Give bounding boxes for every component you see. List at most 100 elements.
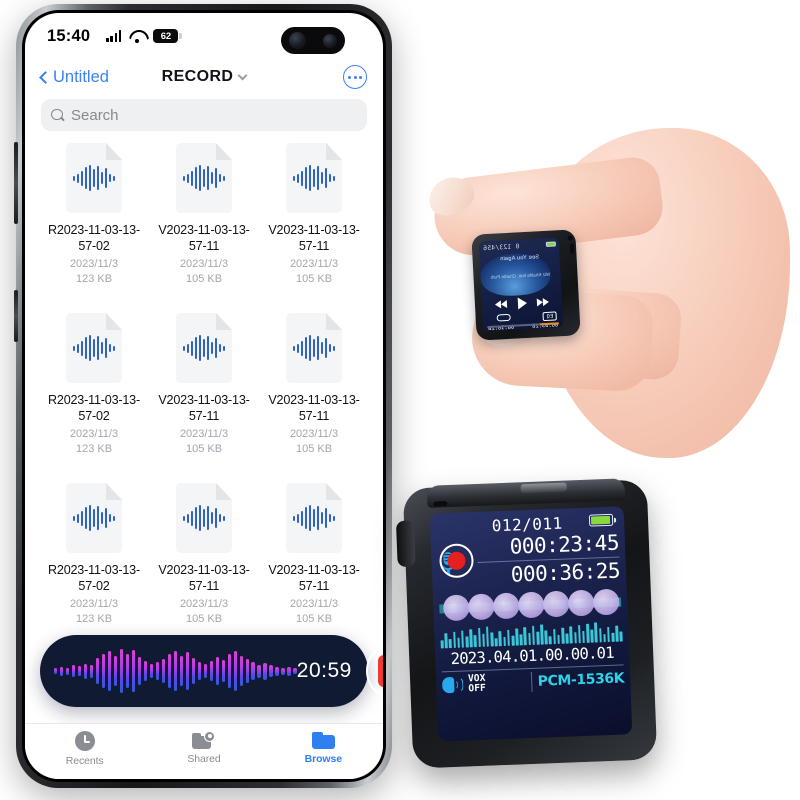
- device-screen: 012/011 000:23:45 000:36:25 2023.04.01.0…: [429, 506, 633, 742]
- wifi-icon: [129, 30, 145, 43]
- vox-value: OFF: [468, 682, 486, 695]
- tab-browse-label: Browse: [304, 753, 342, 765]
- previous-track-icon[interactable]: [536, 297, 549, 307]
- file-date: 2023/11/3: [69, 598, 119, 610]
- cellular-signal-icon: [106, 30, 122, 42]
- file-item[interactable]: R2023-11-03-13-57-02 2023/11/3 123 KB: [39, 483, 149, 653]
- status-time: 15:40: [47, 26, 91, 45]
- audio-file-icon: [66, 483, 122, 553]
- file-size: 105 KB: [295, 613, 333, 625]
- divider: [530, 671, 533, 693]
- hand-holding-device-photo: 0 123/456 See You Again Wiz Khalifa feat…: [398, 18, 798, 478]
- camera-lens-primary-icon: [289, 32, 307, 49]
- file-size: 123 KB: [75, 443, 113, 455]
- file-item[interactable]: V2023-11-03-13-57-11 2023/11/3 105 KB: [149, 313, 259, 483]
- chevron-left-icon: [39, 70, 52, 84]
- mini-recorder-device-in-hand: 0 123/456 See You Again Wiz Khalifa feat…: [471, 229, 581, 341]
- play-icon[interactable]: [517, 297, 527, 310]
- waveform-bead: [467, 593, 495, 621]
- file-name: R2023-11-03-13-57-02: [48, 223, 140, 253]
- device-waveform-visualizer: [439, 585, 622, 626]
- phone-bezel: 15:40 62 Untitled RECORD Search R2023-11…: [22, 10, 386, 782]
- device-screen-bottom-row: VOX OFF PCM-1536K: [441, 664, 625, 696]
- recording-format-label: PCM-1536K: [537, 670, 625, 690]
- file-size: 123 KB: [75, 613, 113, 625]
- voice-activation-icon: [441, 676, 465, 695]
- search-icon: [51, 108, 64, 122]
- file-item[interactable]: R2023-11-03-13-57-02 2023/11/3 123 KB: [39, 313, 149, 483]
- battery-percent-label: 62: [160, 30, 171, 42]
- equalizer-badge[interactable]: EQ: [542, 311, 557, 322]
- file-size: 105 KB: [185, 613, 223, 625]
- audio-file-icon: [176, 483, 232, 553]
- tab-recents-label: Recents: [65, 755, 104, 767]
- mini-device-jack: [566, 235, 573, 241]
- mini-device-side-button[interactable]: [569, 243, 575, 254]
- file-name: V2023-11-03-13-57-11: [268, 223, 360, 253]
- vox-status: VOX OFF: [468, 673, 486, 695]
- search-input[interactable]: [71, 106, 357, 124]
- file-date: 2023/11/3: [289, 258, 339, 270]
- battery-icon: 62: [153, 29, 182, 43]
- file-name: V2023-11-03-13-57-11: [268, 393, 360, 423]
- waveform-glyph: [286, 505, 342, 531]
- repeat-icon[interactable]: [496, 313, 511, 322]
- hand: 0 123/456 See You Again Wiz Khalifa feat…: [416, 80, 790, 480]
- more-options-button[interactable]: [343, 65, 367, 89]
- volume-button[interactable]: [14, 142, 18, 224]
- waveform-bead: [542, 590, 570, 618]
- audio-file-icon: [286, 143, 342, 213]
- navigation-bar: Untitled RECORD: [25, 59, 383, 95]
- waveform-bead: [442, 594, 470, 622]
- audio-file-icon: [66, 143, 122, 213]
- back-button[interactable]: Untitled: [39, 67, 109, 87]
- camera-lens-secondary-icon: [322, 33, 337, 48]
- page-title: RECORD: [161, 68, 234, 85]
- smartphone-mockup: 15:40 62 Untitled RECORD Search R2023-11…: [14, 4, 392, 788]
- search-box[interactable]: [41, 99, 367, 131]
- audio-file-icon: [286, 483, 342, 553]
- front-camera-cutout: [281, 27, 345, 54]
- search-bar-container: [25, 95, 383, 139]
- tab-shared[interactable]: Shared: [144, 731, 263, 765]
- file-size: 105 KB: [185, 273, 223, 285]
- mini-playback-controls[interactable]: [482, 295, 563, 311]
- tab-browse[interactable]: Browse: [264, 731, 383, 765]
- tab-recents[interactable]: Recents: [25, 731, 144, 767]
- file-name: V2023-11-03-13-57-11: [158, 393, 250, 423]
- stop-square-icon: [377, 655, 383, 687]
- product-composite-image: 15:40 62 Untitled RECORD Search R2023-11…: [0, 0, 800, 800]
- file-item[interactable]: V2023-11-03-13-57-11 2023/11/3 105 KB: [149, 483, 259, 653]
- file-name: R2023-11-03-13-57-02: [48, 563, 140, 593]
- file-size: 105 KB: [295, 273, 333, 285]
- shared-folder-icon: [192, 731, 216, 749]
- file-date: 2023/11/3: [179, 258, 229, 270]
- audio-file-icon: [176, 143, 232, 213]
- file-item[interactable]: V2023-11-03-13-57-11 2023/11/3 105 KB: [259, 313, 369, 483]
- file-name: V2023-11-03-13-57-11: [158, 223, 250, 253]
- power-button[interactable]: [14, 290, 18, 342]
- file-size: 105 KB: [295, 443, 333, 455]
- file-item[interactable]: V2023-11-03-13-57-11 2023/11/3 105 KB: [259, 483, 369, 653]
- waveform-glyph: [176, 165, 232, 191]
- chevron-down-icon[interactable]: [237, 70, 248, 81]
- back-button-label: Untitled: [53, 67, 109, 86]
- next-track-icon[interactable]: [494, 300, 508, 309]
- device-time-primary: 000:23:45: [509, 530, 620, 559]
- file-item[interactable]: V2023-11-03-13-57-11 2023/11/3 105 KB: [259, 143, 369, 313]
- file-date: 2023/11/3: [69, 258, 119, 270]
- device-microphone-hole: [433, 501, 448, 507]
- device-battery-icon: [588, 513, 617, 527]
- waveform-glyph: [286, 335, 342, 361]
- device-time-section: 000:23:45 000:36:25: [437, 530, 620, 590]
- file-item[interactable]: R2023-11-03-13-57-02 2023/11/3 123 KB: [39, 143, 149, 313]
- waveform-bead: [517, 591, 545, 619]
- waveform-glyph: [286, 165, 342, 191]
- waveform-bead: [592, 588, 620, 616]
- file-item[interactable]: V2023-11-03-13-57-11 2023/11/3 105 KB: [149, 143, 259, 313]
- folder-icon: [311, 731, 335, 749]
- status-icons: 62: [106, 29, 182, 43]
- waveform-glyph: [176, 505, 232, 531]
- file-date: 2023/11/3: [179, 598, 229, 610]
- recording-elapsed-time: 20:59: [296, 659, 352, 682]
